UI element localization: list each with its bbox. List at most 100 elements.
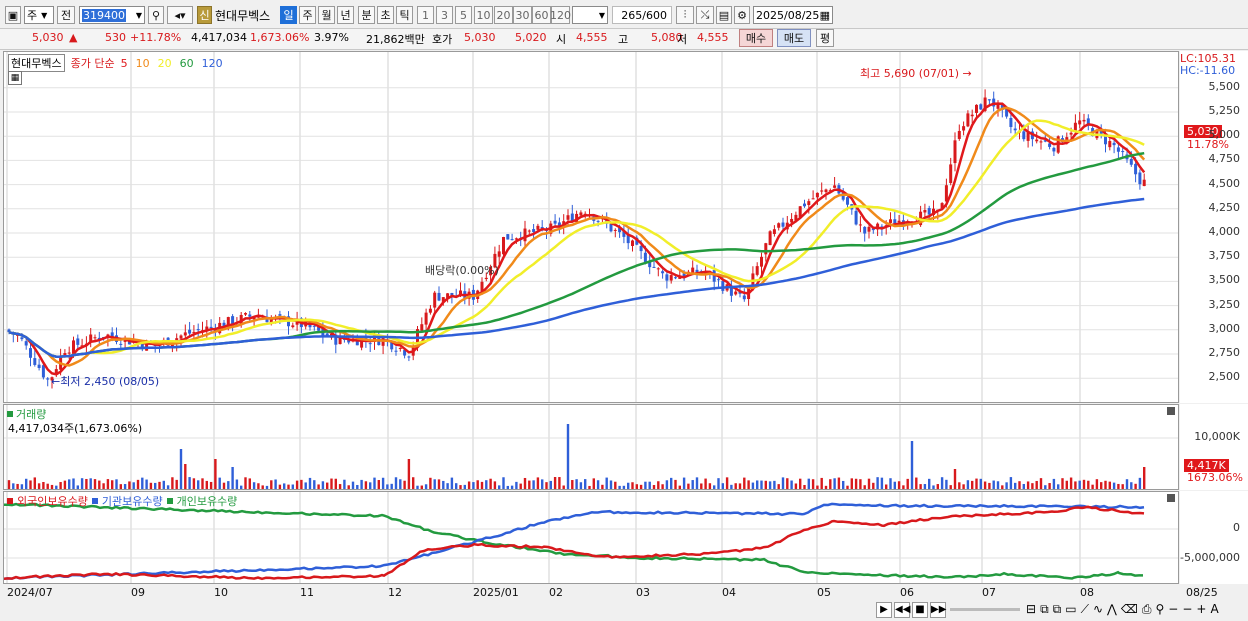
- volume-panel[interactable]: 거래량 4,417,034주(1,673.06%): [3, 404, 1179, 490]
- gear-icon[interactable]: ⚙: [734, 6, 750, 24]
- volume-bar: [687, 483, 690, 489]
- holdings-panel[interactable]: 외국인보유수량 기관보유수량 개인보유수량: [3, 491, 1179, 584]
- view-count-field[interactable]: 265/600: [612, 6, 672, 24]
- period-month[interactable]: 월: [318, 6, 335, 24]
- period-minute[interactable]: 분: [358, 6, 375, 24]
- save-icon[interactable]: ▤: [716, 6, 732, 24]
- buy-button[interactable]: 매수: [739, 29, 773, 47]
- volume-bar: [364, 481, 368, 489]
- type-select[interactable]: 주 ▼: [24, 6, 54, 24]
- sell-button[interactable]: 매도: [777, 29, 811, 47]
- volume-bar: [992, 480, 995, 489]
- period-tick[interactable]: 틱: [396, 6, 413, 24]
- volume-bar: [906, 478, 909, 489]
- draw-zigzag-icon[interactable]: ⋀: [1107, 602, 1117, 617]
- volume-bar: [205, 480, 208, 489]
- volume-bar: [240, 485, 243, 489]
- period-week[interactable]: 주: [299, 6, 316, 24]
- stop-icon[interactable]: ■: [912, 602, 928, 618]
- x-axis-label: 12: [388, 586, 402, 599]
- volume-bar: [940, 477, 944, 489]
- volume-bar: [1130, 482, 1133, 489]
- draw-curve-icon[interactable]: ∿: [1093, 602, 1103, 617]
- volume-bar: [592, 478, 595, 489]
- draw-trend-icon[interactable]: ⟋: [1081, 602, 1089, 617]
- count-120[interactable]: 120: [550, 6, 571, 24]
- volume-bar: [222, 482, 226, 489]
- print-icon[interactable]: ⎙: [1142, 602, 1152, 617]
- candle-body: [717, 279, 720, 281]
- window-tool-icon[interactable]: ▭: [1065, 602, 1076, 617]
- volume-bar: [1044, 485, 1047, 489]
- count-10[interactable]: 10: [474, 6, 493, 24]
- search-icon[interactable]: ⚲: [148, 6, 164, 24]
- volume-bar: [85, 478, 88, 489]
- panel-close-icon[interactable]: [1167, 407, 1175, 415]
- holdings-legend-item: 개인보유수량: [176, 495, 238, 508]
- rewind-icon[interactable]: ◀◀: [894, 602, 910, 618]
- volume-bar: [1009, 477, 1013, 489]
- count-3[interactable]: 3: [436, 6, 453, 24]
- zoom-in-icon[interactable]: +: [1196, 602, 1206, 617]
- volume-bars: [7, 424, 1146, 489]
- volume-bar: [867, 478, 871, 489]
- prev-button[interactable]: 전: [57, 6, 75, 24]
- forward-icon[interactable]: ▶▶: [930, 602, 946, 618]
- minus-icon[interactable]: −: [1182, 602, 1192, 617]
- zoom-slider[interactable]: [950, 608, 1020, 611]
- zoom-icon[interactable]: ⚲: [1155, 602, 1164, 617]
- volume-bar: [562, 485, 565, 489]
- price-chart-panel[interactable]: 최고 5,690 (07/01) → ←최저 2,450 (08/05) 배당락(0…: [3, 51, 1179, 403]
- volume-bar: [1061, 478, 1064, 489]
- date-field[interactable]: 2025/08/25 ▦: [753, 6, 833, 24]
- x-axis-label: 02: [549, 586, 563, 599]
- custom-count-select[interactable]: ▼: [572, 6, 608, 24]
- period-year[interactable]: 년: [337, 6, 354, 24]
- panel-stock-name[interactable]: 현대무벡스: [8, 54, 65, 72]
- type-select-value: 주: [27, 9, 38, 22]
- count-1[interactable]: 1: [417, 6, 434, 24]
- avg-button[interactable]: 평: [816, 29, 834, 47]
- volume-bar: [764, 480, 767, 489]
- speaker-icon[interactable]: ◂▾: [167, 6, 193, 24]
- volume-bar: [111, 480, 114, 489]
- holdings-axis: 0 -5,000,000: [1180, 491, 1248, 584]
- copy-tool-icon[interactable]: ⧉: [1053, 602, 1062, 617]
- panel-close-icon[interactable]: [1167, 494, 1175, 502]
- chevron-down-icon: ▼: [135, 10, 142, 20]
- volume-bar: [799, 478, 802, 489]
- period-day[interactable]: 일: [280, 6, 297, 24]
- candle-body: [863, 226, 867, 234]
- zoom-out-icon[interactable]: −: [1168, 602, 1178, 617]
- volume-bar: [321, 481, 325, 489]
- clear-drawing-icon[interactable]: ⌫: [1121, 602, 1138, 617]
- volume-bar: [235, 479, 239, 489]
- price-change: 530: [105, 31, 126, 44]
- count-30[interactable]: 30: [513, 6, 532, 24]
- font-size-icon[interactable]: A: [1210, 602, 1218, 617]
- volume-bar: [102, 483, 105, 489]
- table-icon[interactable]: ▦: [8, 71, 22, 85]
- grid-tool-icon[interactable]: ⊟: [1026, 602, 1036, 617]
- candle-body: [1052, 147, 1056, 152]
- volume-bar: [579, 482, 583, 489]
- candle-body: [1035, 139, 1039, 142]
- period-second[interactable]: 초: [377, 6, 394, 24]
- layout-tool-icon[interactable]: ⧉: [1040, 602, 1049, 617]
- scroll-right-icon[interactable]: ▶: [876, 602, 892, 618]
- count-20[interactable]: 20: [494, 6, 513, 24]
- stock-code-input[interactable]: 319400 ▼: [79, 6, 145, 24]
- count-5[interactable]: 5: [455, 6, 472, 24]
- candle-body: [424, 312, 428, 325]
- chart-type-icon[interactable]: ⫶: [676, 6, 694, 24]
- chart-menu-icon[interactable]: ▣: [5, 6, 21, 24]
- candle-body: [854, 210, 858, 225]
- draw-tool-icon[interactable]: ⤯: [696, 6, 714, 24]
- volume-bar: [59, 482, 62, 489]
- volume-bar: [897, 481, 901, 489]
- x-axis-label: 07: [982, 586, 996, 599]
- volume-bar: [691, 480, 694, 489]
- candle-body: [37, 364, 41, 368]
- volume-bar: [983, 481, 987, 489]
- count-60[interactable]: 60: [532, 6, 551, 24]
